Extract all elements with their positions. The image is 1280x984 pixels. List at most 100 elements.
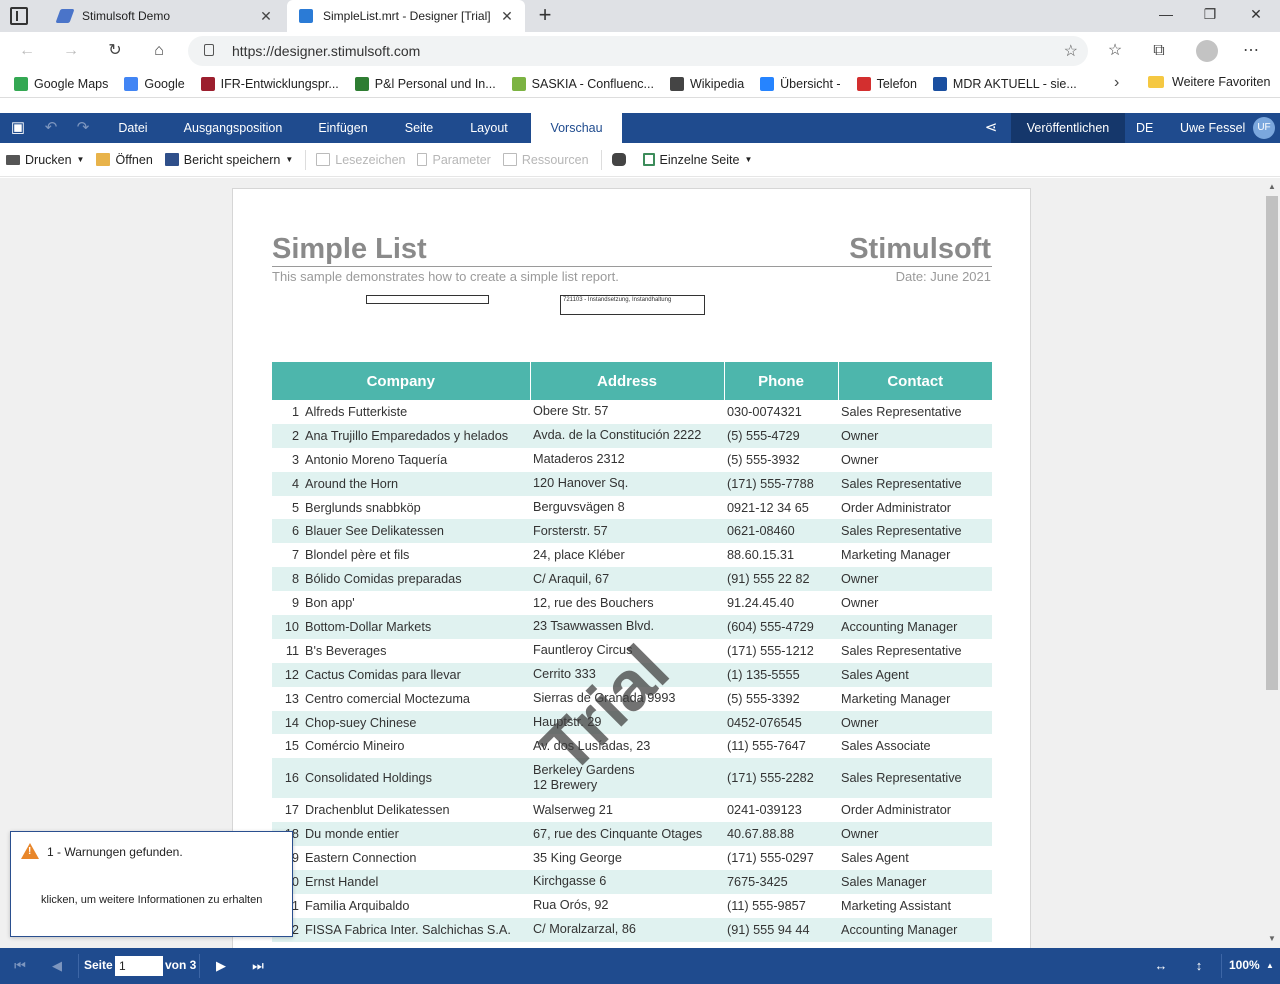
share-icon[interactable]: ⋖ <box>983 120 999 136</box>
zoom-menu-icon[interactable]: ▲ <box>1262 958 1278 974</box>
restore-icon[interactable]: ❐ <box>1200 6 1220 26</box>
menu-einfuegen[interactable]: Einfügen <box>306 113 380 143</box>
bookmark-item[interactable]: Google Maps <box>14 76 108 91</box>
previous-page-icon[interactable]: ◀ <box>49 958 65 974</box>
company-name: Eastern Connection <box>305 851 417 866</box>
resources-button[interactable]: Ressourcen <box>502 152 589 167</box>
company-name: Bon app' <box>305 596 355 611</box>
scroll-down-icon[interactable]: ▼ <box>1268 934 1276 943</box>
undo-icon[interactable]: ↶ <box>43 120 59 136</box>
fit-width-icon[interactable]: ↔ <box>1153 958 1169 974</box>
reload-icon[interactable]: ↻ <box>104 40 126 62</box>
favorites-icon[interactable]: ☆ <box>1104 40 1126 62</box>
menu-datei[interactable]: Datei <box>108 113 158 143</box>
bookmark-favicon-icon <box>511 76 526 91</box>
row-number: 12 <box>284 667 299 682</box>
table-row: 19Eastern Connection35 King George (171) … <box>272 846 992 870</box>
collections-icon[interactable]: ⧉ <box>1148 40 1170 62</box>
language-selector[interactable]: DE <box>1136 113 1153 143</box>
stimulsoft-designer-favicon-icon <box>299 9 313 23</box>
bookmark-item[interactable]: Übersicht - <box>760 76 841 91</box>
single-page-icon <box>642 153 655 166</box>
contact-cell: Owner <box>838 567 992 592</box>
scroll-up-icon[interactable]: ▲ <box>1268 182 1276 191</box>
back-icon[interactable]: ← <box>16 40 38 62</box>
bookmark-label: MDR AKTUELL - sie... <box>952 76 1077 91</box>
address-cell: Kirchgasse 6 <box>530 870 724 894</box>
contact-cell: Owner <box>841 596 879 611</box>
address-line: Berguvsvägen 8 <box>533 500 625 514</box>
menu-vorschau[interactable]: Vorschau <box>531 113 622 143</box>
close-tab-icon[interactable]: ✕ <box>258 8 274 24</box>
scrollbar-thumb[interactable] <box>1266 196 1278 690</box>
address-line: Forsterstr. 57 <box>533 523 608 538</box>
browser-tab-stimulsoft-demo[interactable]: Stimulsoft Demo ✕ <box>46 0 284 32</box>
table-header-row: Company Address Phone Contact <box>272 362 992 400</box>
company-name: Comércio Mineiro <box>305 739 405 754</box>
print-button[interactable]: Drucken ▼ <box>6 153 84 167</box>
view-mode-label: Einzelne Seite <box>659 152 740 167</box>
first-page-icon[interactable]: ⏮ <box>12 958 28 974</box>
resources-label: Ressourcen <box>521 152 589 167</box>
vertical-scrollbar[interactable]: ▲ ▼ <box>1264 178 1280 948</box>
row-number: 7 <box>291 548 299 563</box>
bookmarks-button[interactable]: Lesezeichen <box>316 153 405 167</box>
user-name[interactable]: Uwe Fessel <box>1180 113 1245 143</box>
browser-tab-designer[interactable]: SimpleList.mrt - Designer [Trial] ✕ <box>287 0 525 32</box>
company-cell: 15 Comércio Mineiro <box>272 734 530 758</box>
save-icon[interactable]: ▣ <box>10 120 26 136</box>
address-line: 12, rue des Bouchers <box>533 595 654 610</box>
chevron-down-icon: ▼ <box>744 155 753 164</box>
company-cell: 3 Antonio Moreno Taquería <box>272 448 530 472</box>
home-icon[interactable]: ⌂ <box>148 40 170 62</box>
bookmark-item[interactable]: Telefon <box>856 76 917 91</box>
add-favorite-icon[interactable]: ☆ <box>1064 41 1078 61</box>
find-button[interactable] <box>611 153 631 166</box>
favorites-folder[interactable]: Weitere Favoriten <box>1148 75 1270 89</box>
bookmark-item[interactable]: SASKIA - Confluenc... <box>511 76 654 91</box>
publish-button[interactable]: Veröffentlichen <box>1011 113 1125 143</box>
contact-cell: Sales Associate <box>841 739 931 754</box>
fit-height-icon[interactable]: ↕ <box>1191 958 1207 974</box>
menu-ausgangsposition[interactable]: Ausgangsposition <box>172 113 294 143</box>
bookmark-item[interactable]: MDR AKTUELL - sie... <box>932 76 1077 91</box>
warning-details-link[interactable]: klicken, um weitere Informationen zu erh… <box>41 894 262 906</box>
warning-notification[interactable]: ! 1 - Warnungen gefunden. klicken, um we… <box>10 831 293 937</box>
user-avatar[interactable]: UF <box>1253 117 1275 139</box>
profile-avatar[interactable] <box>1196 40 1218 62</box>
open-button[interactable]: Öffnen <box>96 153 153 167</box>
view-mode-button[interactable]: Einzelne Seite ▼ <box>642 152 753 167</box>
menu-layout[interactable]: Layout <box>458 113 520 143</box>
last-page-icon[interactable]: ⏭ <box>250 958 266 974</box>
next-page-icon[interactable]: ▶ <box>213 958 229 974</box>
new-tab-icon[interactable]: + <box>534 4 556 26</box>
parameters-button[interactable]: Parameter <box>417 153 491 167</box>
redo-icon[interactable]: ↷ <box>75 120 91 136</box>
close-tab-icon[interactable]: ✕ <box>499 8 515 24</box>
menu-seite[interactable]: Seite <box>392 113 446 143</box>
bookmark-item[interactable]: IFR-Entwicklungspr... <box>200 76 339 91</box>
toolbar-divider <box>305 149 307 170</box>
resources-icon <box>502 153 517 166</box>
page-number-input[interactable] <box>115 956 163 976</box>
save-report-button[interactable]: Bericht speichern ▼ <box>164 153 293 167</box>
more-options-icon[interactable]: ⋯ <box>1240 40 1262 62</box>
bookmark-favicon-icon <box>124 76 139 91</box>
bookmark-item[interactable]: Wikipedia <box>669 76 745 91</box>
lock-icon[interactable] <box>204 44 214 56</box>
bookmark-item[interactable]: Google <box>124 76 185 91</box>
chevron-right-icon[interactable]: › <box>1114 74 1119 92</box>
bookmark-label: Wikipedia <box>689 76 745 91</box>
company-name: Berglunds snabbköp <box>305 500 421 515</box>
tab-actions-icon[interactable] <box>10 7 28 25</box>
close-window-icon[interactable]: ✕ <box>1246 6 1266 26</box>
zoom-level[interactable]: 100% <box>1229 958 1260 972</box>
address-bar[interactable]: https://designer.stimulsoft.com ☆ <box>188 36 1088 66</box>
minimize-icon[interactable]: — <box>1156 6 1176 26</box>
company-cell: 19Eastern Connection <box>272 846 530 870</box>
row-number: 15 <box>284 739 299 754</box>
company-cell: 11 B's Beverages <box>272 639 530 663</box>
forward-icon[interactable]: → <box>60 40 82 62</box>
bookmark-item[interactable]: P&l Personal und In... <box>354 76 496 91</box>
address-line: 67, rue des Cinquante Otages <box>533 826 703 841</box>
